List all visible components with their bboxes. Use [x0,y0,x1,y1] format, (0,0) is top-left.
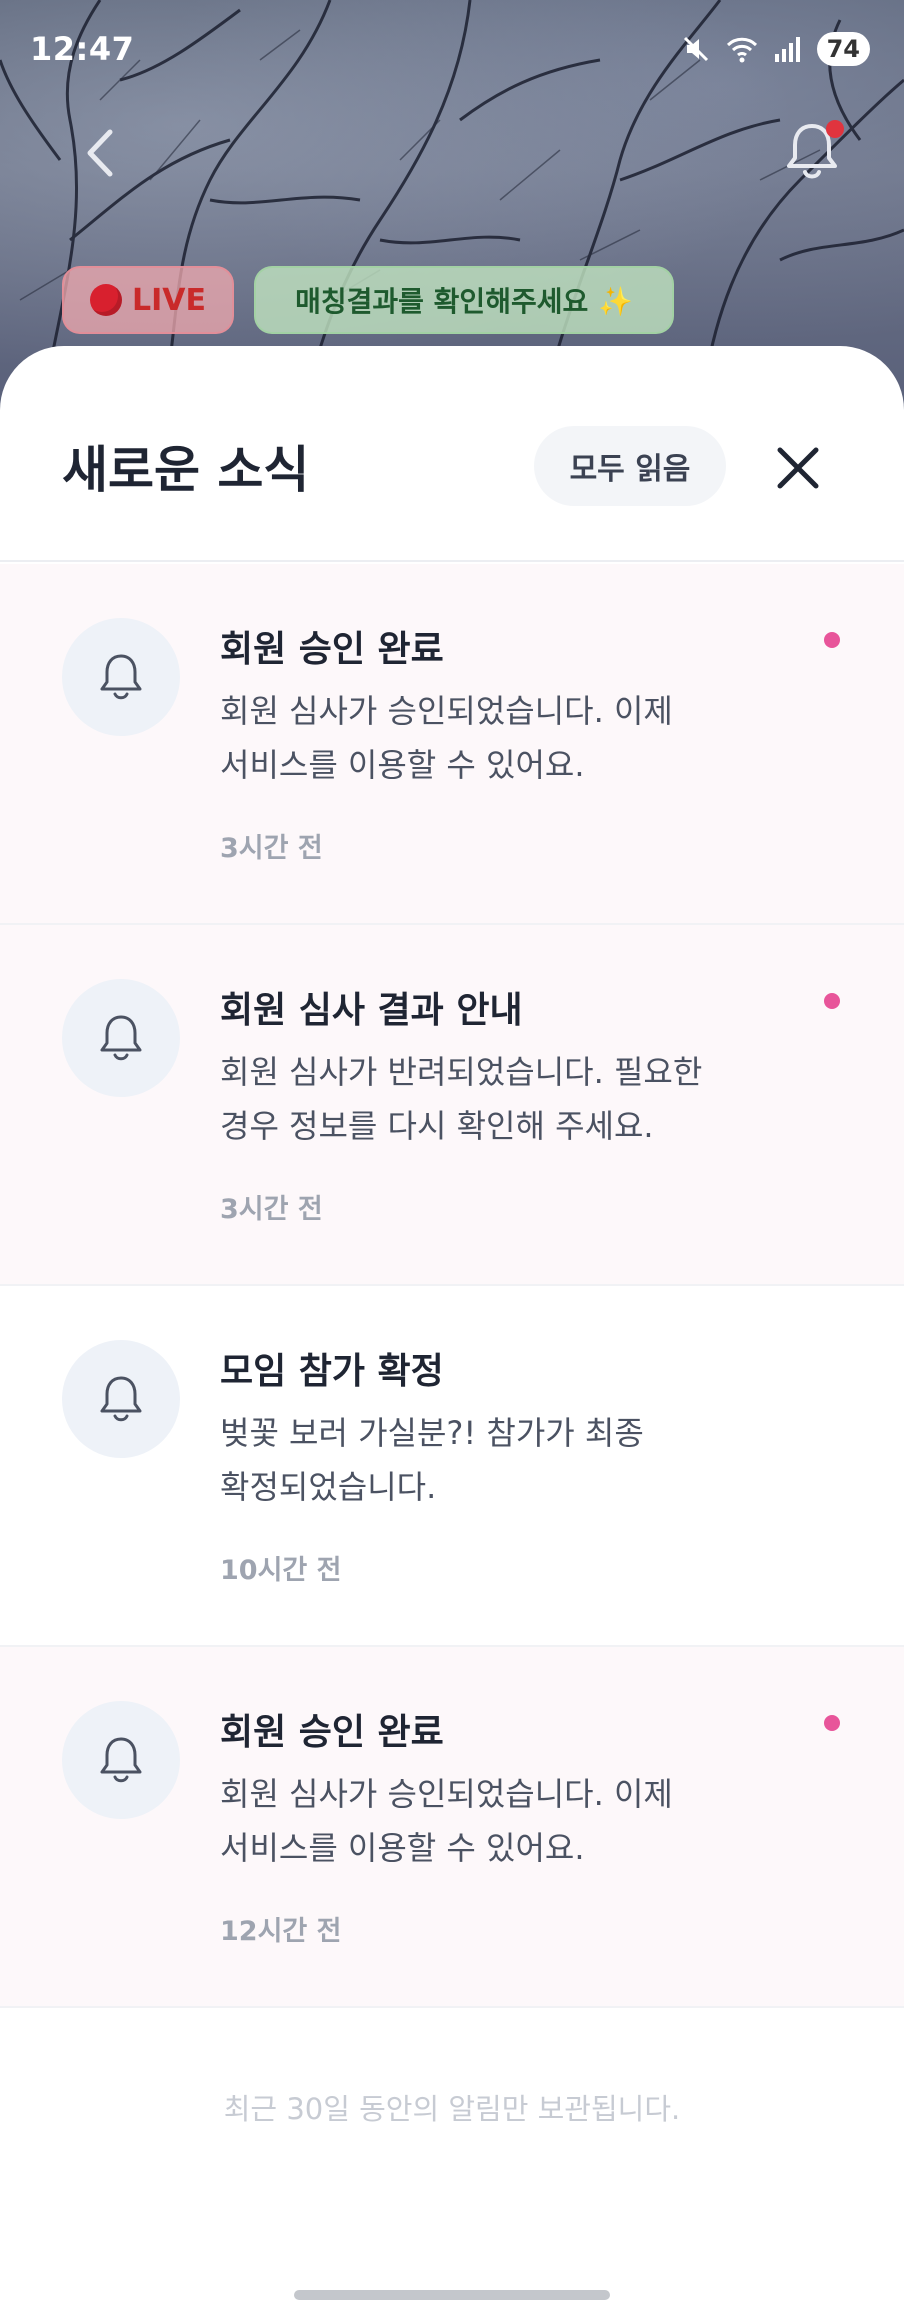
notification-body-line: 확정되었습니다. [220,1468,437,1506]
notification-title: 회원 심사 결과 안내 [220,990,523,1031]
close-button[interactable] [770,440,826,496]
notification-body-line: 벚꽃 보러 가실분?! 참가가 최종 [220,1414,644,1452]
notification-body: 벚꽃 보러 가실분?! 참가가 최종 확정되었습니다. [220,1406,780,1514]
notification-body-line: 회원 심사가 반려되었습니다. 필요한 [220,1053,703,1091]
sheet-title: 새로운 소식 [62,441,310,499]
notification-title: 회원 승인 완료 [220,1712,444,1753]
notification-badge-dot [826,120,844,138]
bell-icon [100,1737,142,1783]
notification-body-line: 경우 정보를 다시 확인해 주세요. [220,1107,654,1145]
notification-body: 회원 심사가 반려되었습니다. 필요한 경우 정보를 다시 확인해 주세요. [220,1045,780,1153]
retention-footer-note: 최근 30일 동안의 알림만 보관됩니다. [223,2092,681,2126]
notification-icon-circle [62,1701,180,1819]
notification-title: 회원 승인 완료 [220,629,444,670]
notification-body: 회원 심사가 승인되었습니다. 이제 서비스를 이용할 수 있어요. [220,684,780,792]
battery-indicator: 74 [816,32,870,66]
notification-body-line: 회원 심사가 승인되었습니다. 이제 [220,1775,673,1813]
notification-item[interactable]: 모임 참가 확정 벚꽃 보러 가실분?! 참가가 최종 확정되었습니다. 10시… [0,1286,904,1647]
notification-body-line: 회원 심사가 승인되었습니다. 이제 [220,692,673,730]
unread-dot [824,632,840,648]
notification-icon-circle [62,979,180,1097]
notification-icon-circle [62,618,180,736]
notification-body: 회원 심사가 승인되었습니다. 이제 서비스를 이용할 수 있어요. [220,1767,780,1875]
notification-title: 모임 참가 확정 [220,1351,444,1392]
notifications-sheet: 새로운 소식 모두 읽음 회원 승인 완료 회원 심사가 승인되었습니다. 이제… [0,346,904,2316]
read-all-button[interactable]: 모두 읽음 [534,426,726,506]
mute-icon [683,36,708,62]
unread-dot [824,993,840,1009]
live-chip[interactable]: LIVE [62,266,234,334]
notification-time: 10시간 전 [220,1555,342,1586]
live-dot-icon [90,284,122,316]
chevron-left-icon [87,129,113,177]
notification-time: 3시간 전 [220,1194,323,1225]
match-result-chip-label: 매칭결과를 확인해주세요 ✨ [295,285,633,318]
notification-time: 3시간 전 [220,833,323,864]
wifi-icon [726,37,757,63]
notification-item[interactable]: 회원 승인 완료 회원 심사가 승인되었습니다. 이제 서비스를 이용할 수 있… [0,1647,904,2008]
notification-item[interactable]: 회원 심사 결과 안내 회원 심사가 반려되었습니다. 필요한 경우 정보를 다… [0,925,904,1286]
notification-body-line: 서비스를 이용할 수 있어요. [220,746,585,784]
home-indicator[interactable] [294,2290,610,2300]
notification-icon-circle [62,1340,180,1458]
live-chip-label: LIVE [132,282,206,318]
match-result-chip[interactable]: 매칭결과를 확인해주세요 ✨ [254,266,674,334]
notification-list: 회원 승인 완료 회원 심사가 승인되었습니다. 이제 서비스를 이용할 수 있… [0,564,904,2008]
bell-icon [100,654,142,700]
notification-time: 12시간 전 [220,1916,342,1947]
status-icons: 74 [681,32,870,66]
status-bar: 12:47 74 [0,0,904,100]
status-time: 12:47 [30,30,135,68]
notification-item[interactable]: 회원 승인 완료 회원 심사가 승인되었습니다. 이제 서비스를 이용할 수 있… [0,564,904,925]
unread-dot [824,1715,840,1731]
back-button[interactable] [80,128,120,178]
bell-icon [100,1015,142,1061]
notification-body-line: 서비스를 이용할 수 있어요. [220,1829,585,1867]
sheet-header: 새로운 소식 모두 읽음 [0,346,904,562]
signal-icon [774,37,800,62]
bell-icon [100,1376,142,1422]
close-icon [777,447,819,489]
